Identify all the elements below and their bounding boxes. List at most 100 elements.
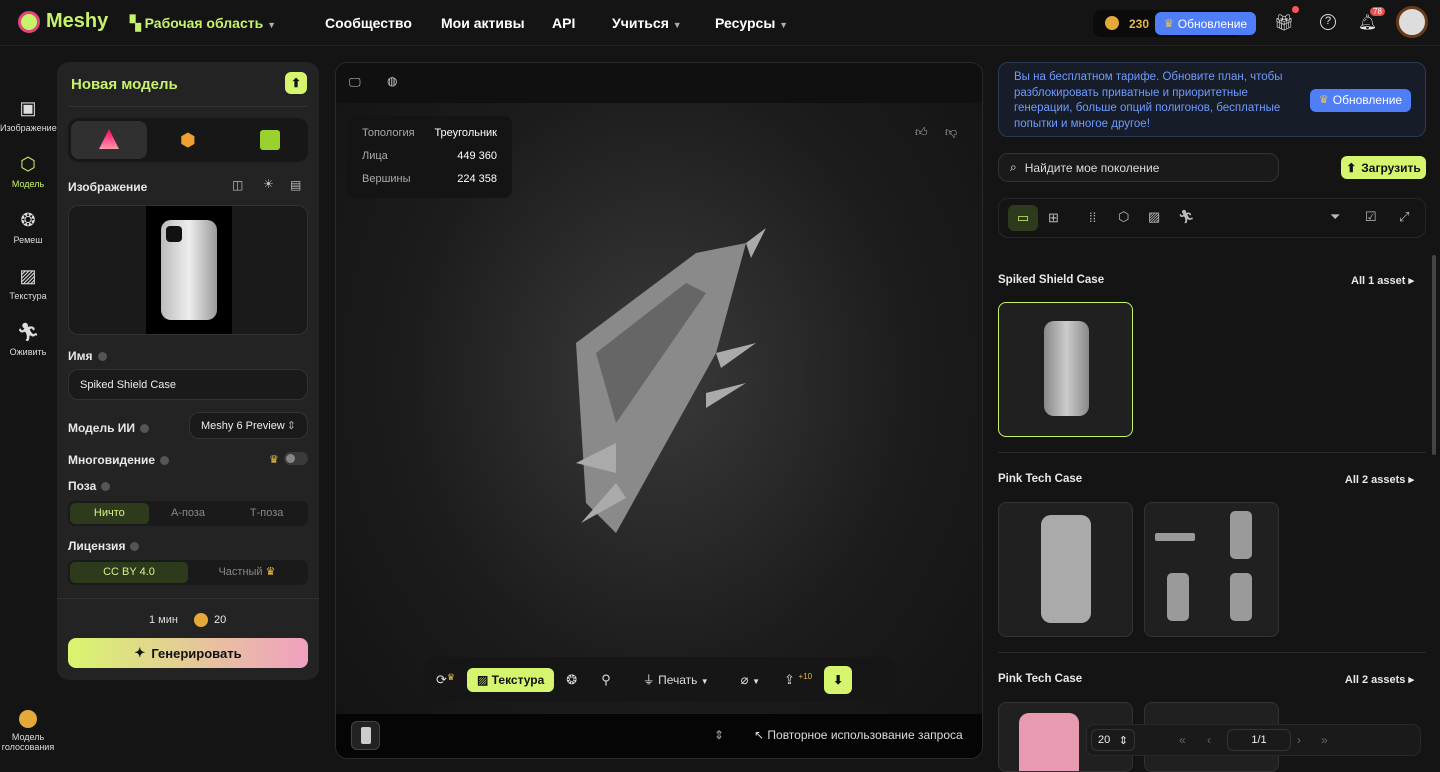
logo[interactable]: Meshy: [18, 10, 108, 33]
plugin-icon[interactable]: ⌀ ▼: [729, 672, 772, 688]
panel-title: Новая модель: [71, 76, 178, 93]
folder-view-icon[interactable]: ▭: [1008, 205, 1038, 231]
pagination: 20 ⇕ « ‹ 1/1 › »: [1086, 724, 1421, 756]
cube-icon: ⬡: [20, 154, 36, 174]
info-icon: [140, 424, 150, 434]
first-page-icon[interactable]: «: [1179, 733, 1186, 747]
input-thumbnail[interactable]: [351, 721, 380, 750]
rail-item-remesh[interactable]: ❂ Ремеш: [0, 210, 56, 245]
fullscreen-icon[interactable]: ⤢: [1399, 209, 1409, 225]
left-panel: Новая модель ⬆ ⬢ Изображение ◫ ☀ ▤ Имя S…: [57, 62, 319, 680]
model-filter-icon[interactable]: ⬡: [1118, 209, 1129, 225]
upgrade-button[interactable]: ♛ Обновление: [1155, 12, 1256, 35]
animation-filter-icon[interactable]: 🏃︎: [1178, 209, 1195, 225]
tab-image-to-3d[interactable]: [71, 121, 147, 159]
info-icon: [101, 482, 111, 492]
divider: [998, 452, 1426, 453]
tips-icon[interactable]: ☀: [263, 177, 274, 191]
view-all-link[interactable]: All 1 asset ▸: [1351, 274, 1414, 287]
view-all-link[interactable]: All 2 assets ▸: [1345, 473, 1414, 486]
multi-image-icon: ⬢: [180, 130, 196, 150]
rail-item-model[interactable]: ⬡ Модель: [0, 154, 56, 189]
rig-icon[interactable]: ⚲: [589, 672, 623, 688]
search-input[interactable]: ⌕ Найдите мое поколение: [998, 153, 1279, 182]
mesh-icon: ❂: [20, 210, 36, 230]
upload-button[interactable]: ⬆ Загрузить: [1341, 156, 1426, 179]
prev-page-icon[interactable]: ‹: [1207, 733, 1211, 747]
run-icon: 🏃︎: [16, 322, 40, 342]
gift-icon[interactable]: 🎁︎: [1274, 13, 1294, 33]
globe-icon[interactable]: ◍: [387, 74, 397, 88]
search-icon: ⌕: [1010, 160, 1017, 174]
generate-button[interactable]: ✦ Генерировать: [68, 638, 308, 668]
remesh-icon[interactable]: ❂: [554, 672, 589, 688]
asset-card[interactable]: [998, 502, 1133, 637]
credits-count: 230: [1129, 17, 1150, 31]
banner-text: Вы на бесплатном тарифе. Обновите план, …: [1014, 71, 1283, 130]
multiview-toggle[interactable]: [284, 452, 308, 465]
texture-button[interactable]: ▨ Текстура: [466, 667, 555, 692]
reuse-prompt-button[interactable]: ↖ Повторное использование запроса: [754, 728, 963, 742]
rail-item-texture[interactable]: ▨ Текстура: [0, 266, 56, 301]
share-icon[interactable]: ⇪ +10: [772, 672, 824, 688]
texture-filter-icon[interactable]: ▨: [1148, 209, 1160, 225]
upload-icon[interactable]: ⬆: [285, 72, 307, 94]
sidebar-rail: ▣ Изображение ⬡ Модель ❂ Ремеш ▨ Текстура 🏃︎…: [0, 46, 57, 769]
image-upload-area[interactable]: [68, 205, 308, 335]
nav-community[interactable]: Сообщество: [325, 15, 412, 31]
gift-dot: [1292, 6, 1299, 13]
logo-icon: [18, 10, 40, 33]
license-private[interactable]: Частный ♛: [188, 562, 306, 583]
pose-none[interactable]: Ничто: [70, 503, 149, 524]
thumbs-down-icon[interactable]: 👎︎: [945, 125, 957, 140]
grid-view-icon[interactable]: ⊞: [1048, 210, 1059, 226]
stat-topology: Топология Треугольник: [362, 127, 497, 139]
asset-card[interactable]: [998, 302, 1133, 437]
ai-model-select[interactable]: Meshy 6 Preview ⇕: [189, 412, 308, 439]
scrollbar[interactable]: [1432, 255, 1436, 455]
print-button[interactable]: ⏚ Печать ▼: [623, 671, 729, 688]
tab-text-to-3d[interactable]: [232, 121, 308, 159]
workspace-menu[interactable]: ▚ Рабочая область ▼: [130, 15, 276, 32]
license-cc[interactable]: CC BY 4.0: [70, 562, 188, 583]
page-input[interactable]: 1/1: [1227, 729, 1291, 751]
pose-label: Поза: [68, 479, 111, 493]
next-page-icon[interactable]: ›: [1297, 733, 1301, 747]
asset-card[interactable]: [1144, 502, 1279, 637]
thumbs-up-icon[interactable]: 👍︎: [915, 125, 928, 140]
help-icon[interactable]: ?: [1320, 14, 1336, 30]
texture-icon: ▨: [19, 266, 37, 286]
rail-item-image[interactable]: ▣ Изображение: [0, 98, 57, 133]
notification-badge: 78: [1370, 7, 1385, 16]
nav-assets[interactable]: Мои активы: [441, 15, 525, 31]
pose-a[interactable]: А-поза: [149, 503, 228, 524]
nav-resources[interactable]: Ресурсы ▼: [715, 15, 788, 31]
select-icon[interactable]: ☑: [1365, 209, 1377, 225]
3d-viewer[interactable]: 🖵︎ ◍ Топология Треугольник Лица 449 360 Ве…: [335, 62, 983, 759]
pose-t[interactable]: Т-поза: [227, 503, 306, 524]
banner-upgrade-button[interactable]: ♛ Обновление: [1310, 89, 1411, 112]
filter-icon[interactable]: ⏷: [1330, 209, 1340, 225]
monitor-icon[interactable]: 🖵︎: [349, 75, 361, 90]
download-button[interactable]: ⬇: [824, 665, 853, 694]
rail-item-animate[interactable]: 🏃︎ Оживить: [0, 322, 56, 357]
nav-learn[interactable]: Учиться ▼: [612, 15, 682, 31]
sparkle-icon: ✦: [134, 645, 146, 660]
compare-icon[interactable]: ◫: [232, 178, 243, 192]
all-filter-icon[interactable]: ⁞⁞: [1089, 210, 1096, 225]
last-page-icon[interactable]: »: [1321, 733, 1328, 747]
nav-api[interactable]: API: [552, 15, 575, 31]
avatar[interactable]: [1396, 6, 1428, 38]
crown-icon: ♛: [1163, 18, 1174, 30]
regenerate-icon[interactable]: ⟳♛: [424, 672, 467, 688]
expand-icon[interactable]: ⇕: [714, 728, 724, 742]
view-all-link[interactable]: All 2 assets ▸: [1345, 673, 1414, 686]
coin-icon: [194, 613, 208, 627]
tab-multi-image[interactable]: ⬢: [152, 121, 228, 159]
name-input[interactable]: Spiked Shield Case: [68, 369, 308, 400]
guide-icon[interactable]: ▤: [290, 178, 301, 192]
image-ai-icon: ▣: [19, 98, 37, 118]
vote-model-button[interactable]: Модель голосования: [0, 710, 56, 752]
page-size-select[interactable]: 20 ⇕: [1091, 729, 1135, 751]
3d-model: [576, 228, 766, 533]
